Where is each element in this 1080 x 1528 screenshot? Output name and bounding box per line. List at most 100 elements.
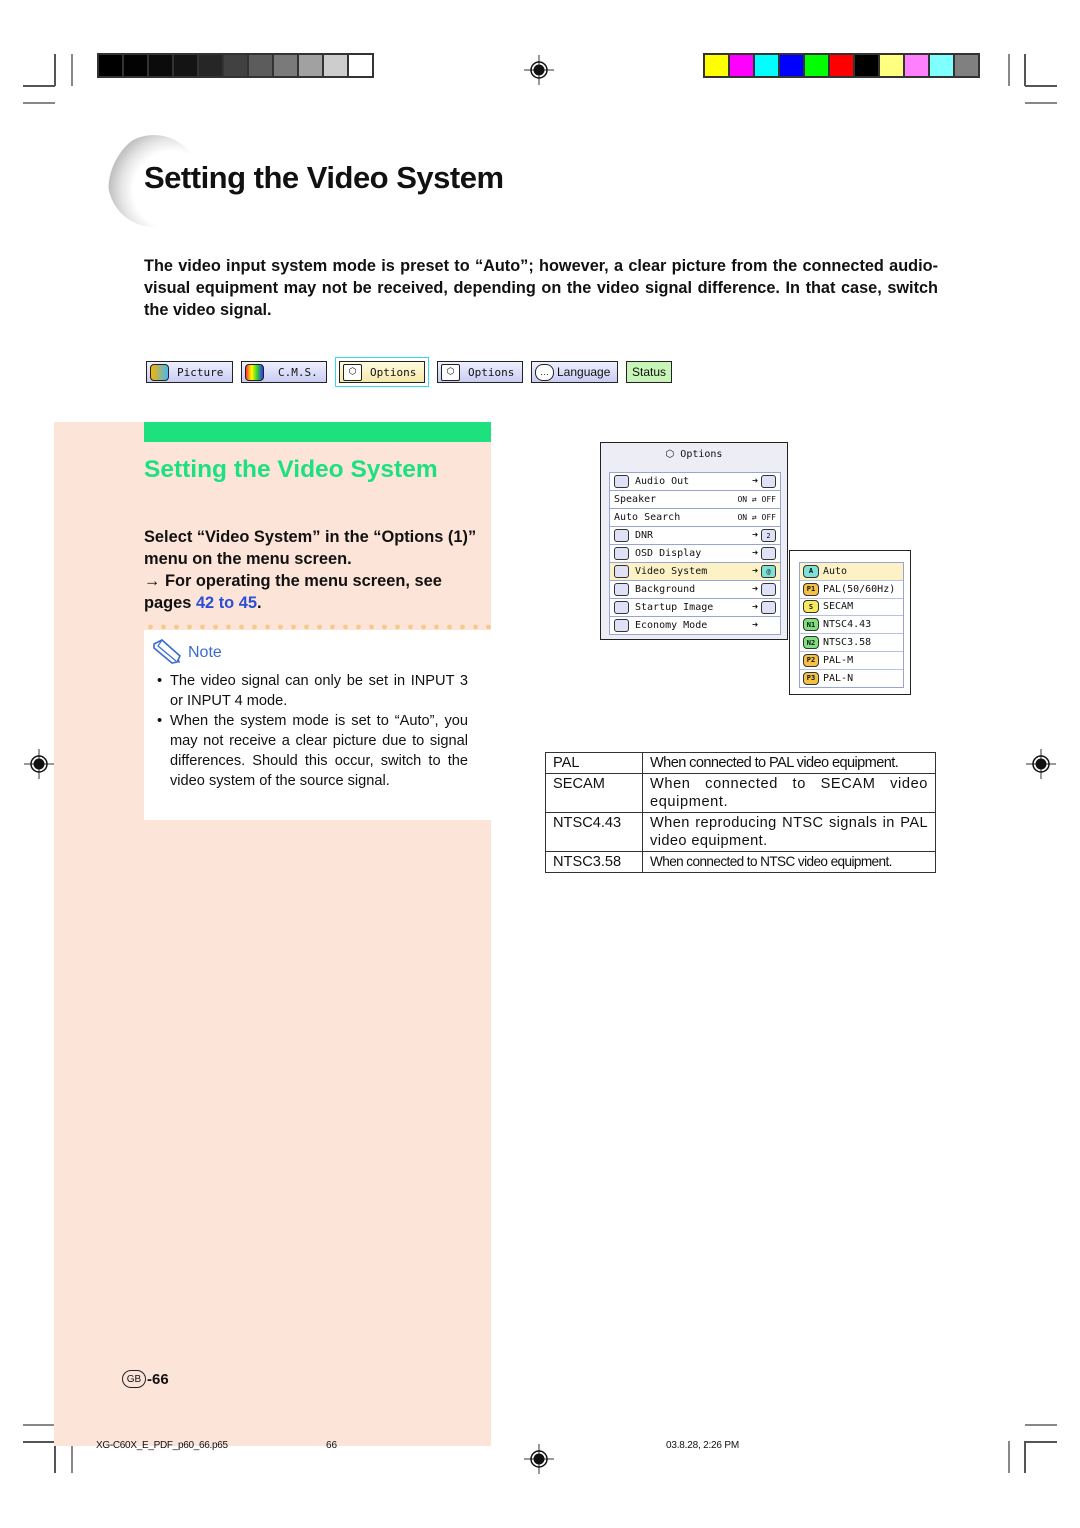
calibration-swatch	[905, 55, 928, 76]
pages-link[interactable]: 42 to 45	[196, 594, 257, 612]
reference-text: → For operating the menu screen, see pag…	[144, 572, 442, 612]
video-system-submenu: A Auto P1 PAL(50/60Hz) S SECAM N1 NTSC4.43 N2 NTS…	[789, 550, 911, 695]
system-cell: NTSC4.43	[545, 812, 643, 852]
osd-menu-item[interactable]: Auto Search ON ⇄ OFF	[610, 509, 780, 527]
instruction-text: Select “Video System” in the “Options (1…	[144, 528, 477, 568]
video-system-option[interactable]: A Auto	[800, 563, 903, 581]
setting-value-icon	[761, 583, 776, 596]
osd-menu-title: ⬡ Options	[665, 449, 723, 460]
osd-menu-item[interactable]: DNR ➜ 2	[610, 527, 780, 545]
osd-menu-item[interactable]: Startup Image ➜	[610, 599, 780, 617]
calibration-swatch	[274, 55, 297, 76]
sidebar-heading: Setting the Video System	[144, 456, 438, 483]
arrow-right-icon: ➜	[751, 476, 758, 487]
system-badge-icon: N1	[803, 618, 819, 632]
tab-language[interactable]: … Language	[531, 361, 618, 383]
system-badge-icon: P1	[803, 582, 819, 596]
table-row: PAL When connected to PAL video equipment…	[545, 752, 936, 774]
osd-menu-item[interactable]: Background ➜	[610, 581, 780, 599]
arrow-right-icon: ➜	[751, 620, 758, 631]
video-signal-table: PAL When connected to PAL video equipment…	[545, 752, 936, 873]
osd-menu-item[interactable]: Speaker ON ⇄ OFF	[610, 491, 780, 509]
osd-menu-item[interactable]: OSD Display ➜	[610, 545, 780, 563]
tab-status[interactable]: Status	[626, 361, 672, 383]
menu-item-icon	[614, 547, 629, 560]
tab-options-1[interactable]: ⬡ Options	[335, 357, 429, 387]
registration-mark-icon	[524, 1444, 554, 1474]
video-system-option[interactable]: P3 PAL-N	[800, 670, 903, 687]
calibration-swatch	[199, 55, 222, 76]
pencil-note-icon	[153, 639, 181, 664]
calibration-swatch	[349, 55, 372, 76]
calibration-swatch	[805, 55, 828, 76]
calibration-swatch	[880, 55, 903, 76]
table-row: SECAM When connected to SECAM video equip…	[545, 773, 936, 813]
calibration-swatch	[149, 55, 172, 76]
cms-icon	[245, 363, 264, 381]
section-header-bar	[144, 422, 491, 442]
calibration-swatch	[930, 55, 953, 76]
calibration-swatch	[830, 55, 853, 76]
footer-timestamp: 03.8.28, 2:26 PM	[666, 1440, 739, 1451]
menu-tabs-bar: Picture C.M.S. ⬡ Options ⬡ Options … Langua…	[146, 357, 672, 387]
region-badge: GB	[122, 1370, 146, 1388]
osd-menu-item[interactable]: Economy Mode ➜	[610, 617, 780, 634]
calibration-swatch	[224, 55, 247, 76]
description-cell: When reproducing NTSC signals in PAL vid…	[642, 812, 936, 852]
setting-value-icon: 2	[761, 529, 776, 542]
system-badge-icon: N2	[803, 636, 819, 650]
calibration-swatch	[855, 55, 878, 76]
setting-value-icon: @	[761, 565, 776, 578]
options2-icon: ⬡	[441, 363, 460, 381]
system-badge-icon: P3	[803, 671, 819, 685]
tab-options-2[interactable]: ⬡ Options	[437, 361, 523, 383]
crop-mark	[23, 1441, 55, 1443]
system-badge-icon: S	[803, 600, 819, 614]
setting-value-icon	[761, 475, 776, 488]
arrow-right-icon: ➜	[751, 584, 758, 595]
setting-value-icon	[761, 547, 776, 560]
toggle-value: ON ⇄ OFF	[737, 513, 776, 522]
system-badge-icon: A	[803, 564, 819, 578]
description-cell: When connected to SECAM video equipment.	[642, 773, 936, 813]
video-system-option[interactable]: N1 NTSC4.43	[800, 616, 903, 635]
video-system-option[interactable]: S SECAM	[800, 599, 903, 617]
video-system-option[interactable]: N2 NTSC3.58	[800, 634, 903, 652]
osd-menu-item[interactable]: Audio Out ➜	[610, 473, 780, 491]
crop-mark	[1025, 1441, 1057, 1443]
video-system-options: A Auto P1 PAL(50/60Hz) S SECAM N1 NTSC4.43 N2 NTS…	[799, 562, 904, 688]
crop-mark	[1025, 102, 1057, 104]
footer-sheet-number: 66	[326, 1440, 338, 1451]
crop-mark	[23, 85, 55, 87]
crop-mark	[23, 1424, 55, 1426]
calibration-swatch	[299, 55, 322, 76]
menu-item-icon	[614, 583, 629, 596]
intro-paragraph: The video input system mode is preset to…	[144, 257, 938, 319]
page-title: Setting the Video System	[144, 160, 504, 195]
tab-picture[interactable]: Picture	[146, 361, 233, 383]
video-system-option[interactable]: P1 PAL(50/60Hz)	[800, 581, 903, 599]
crop-mark	[1024, 54, 1026, 86]
note-item: When the system mode is set to “Auto”, y…	[157, 711, 468, 791]
note-list: The video signal can only be set in INPU…	[157, 671, 468, 791]
registration-mark-icon	[524, 55, 554, 85]
setting-value-icon	[761, 601, 776, 614]
video-system-option[interactable]: P2 PAL-M	[800, 652, 903, 670]
table-row: NTSC4.43 When reproducing NTSC signals in…	[545, 812, 936, 852]
page-number: GB -66	[122, 1370, 169, 1388]
footer-filename: XG-C60X_E_PDF_p60_66.p65	[96, 1440, 228, 1451]
menu-item-icon	[614, 601, 629, 614]
speech-bubble-icon: …	[535, 363, 554, 381]
tab-cms[interactable]: C.M.S.	[241, 361, 327, 383]
menu-item-icon	[614, 619, 629, 632]
note-title: Note	[188, 644, 222, 661]
osd-menu-item[interactable]: Video System ➜ @	[610, 563, 780, 581]
crop-mark	[1024, 1441, 1026, 1473]
picture-icon	[150, 363, 169, 381]
calibration-swatch	[955, 55, 978, 76]
note-item: The video signal can only be set in INPU…	[157, 671, 468, 711]
calibration-swatch	[780, 55, 803, 76]
calibration-swatch	[124, 55, 147, 76]
description-cell: When connected to PAL video equipment.	[642, 752, 936, 774]
description-cell: When connected to NTSC video equipment.	[642, 851, 936, 873]
